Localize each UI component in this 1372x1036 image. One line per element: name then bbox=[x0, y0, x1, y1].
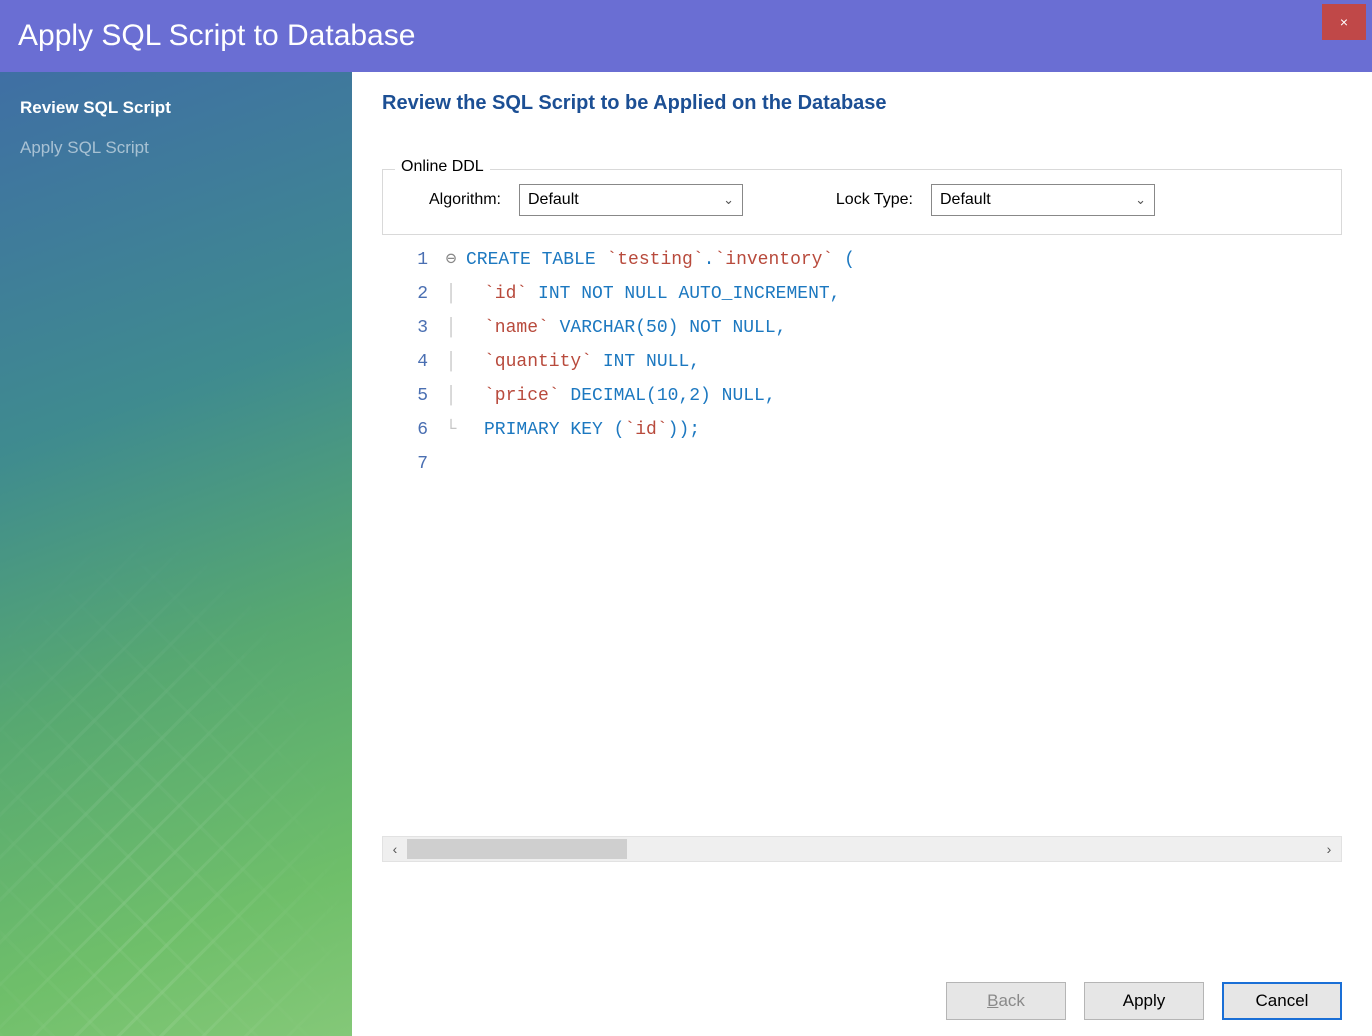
code-line[interactable]: CREATE TABLE `testing`.`inventory` ( bbox=[466, 243, 1342, 277]
scroll-right-icon[interactable]: › bbox=[1317, 841, 1341, 857]
code-line[interactable]: `id` INT NOT NULL AUTO_INCREMENT, bbox=[466, 277, 1342, 311]
locktype-value: Default bbox=[940, 191, 991, 209]
sql-code-area[interactable]: CREATE TABLE `testing`.`inventory` (`id`… bbox=[466, 243, 1342, 481]
fold-marker[interactable]: └ bbox=[442, 413, 466, 447]
back-button-rest: ack bbox=[998, 991, 1024, 1010]
algorithm-select[interactable]: Default ⌄ bbox=[519, 184, 743, 216]
locktype-label: Lock Type: bbox=[803, 191, 913, 209]
titlebar: Apply SQL Script to Database × bbox=[0, 0, 1372, 72]
chevron-down-icon: ⌄ bbox=[723, 192, 734, 208]
fold-gutter: ⊖││││└ bbox=[442, 243, 466, 481]
code-line[interactable]: PRIMARY KEY (`id`)); bbox=[466, 413, 1342, 447]
fold-marker[interactable]: ⊖ bbox=[442, 243, 466, 277]
sidebar-item-label: Apply SQL Script bbox=[20, 138, 149, 157]
sidebar-item-apply-sql[interactable]: Apply SQL Script bbox=[0, 128, 352, 168]
close-icon[interactable]: × bbox=[1322, 4, 1366, 40]
line-number-gutter: 1234567 bbox=[382, 243, 442, 481]
window-title: Apply SQL Script to Database bbox=[18, 19, 415, 53]
code-line[interactable] bbox=[466, 447, 1342, 481]
editor-horizontal-scrollbar[interactable]: ‹ › bbox=[382, 836, 1342, 862]
online-ddl-row: Algorithm: Default ⌄ Lock Type: Default … bbox=[401, 184, 1323, 216]
code-line[interactable]: `name` VARCHAR(50) NOT NULL, bbox=[466, 311, 1342, 345]
scroll-left-icon[interactable]: ‹ bbox=[383, 841, 407, 857]
apply-button[interactable]: Apply bbox=[1084, 982, 1204, 1020]
fold-marker[interactable]: │ bbox=[442, 311, 466, 345]
scroll-thumb[interactable] bbox=[407, 839, 627, 859]
cancel-button[interactable]: Cancel bbox=[1222, 982, 1342, 1020]
line-number: 6 bbox=[382, 413, 428, 447]
line-number: 1 bbox=[382, 243, 428, 277]
sidebar-item-label: Review SQL Script bbox=[20, 98, 171, 117]
fold-marker[interactable]: │ bbox=[442, 345, 466, 379]
fold-marker[interactable]: │ bbox=[442, 277, 466, 311]
fold-marker[interactable]: │ bbox=[442, 379, 466, 413]
body-area: Review SQL Script Apply SQL Script Revie… bbox=[0, 72, 1372, 1036]
sidebar-item-review-sql[interactable]: Review SQL Script bbox=[0, 88, 352, 128]
fold-marker[interactable] bbox=[442, 447, 466, 481]
code-line[interactable]: `price` DECIMAL(10,2) NULL, bbox=[466, 379, 1342, 413]
chevron-down-icon: ⌄ bbox=[1135, 192, 1146, 208]
algorithm-value: Default bbox=[528, 191, 579, 209]
line-number: 4 bbox=[382, 345, 428, 379]
sidebar-decoration bbox=[0, 516, 352, 1036]
fieldset-legend: Online DDL bbox=[395, 158, 490, 176]
line-number: 3 bbox=[382, 311, 428, 345]
line-number: 7 bbox=[382, 447, 428, 481]
dialog-window: Apply SQL Script to Database × Review SQ… bbox=[0, 0, 1372, 1036]
back-button-mnemonic: B bbox=[987, 991, 998, 1010]
page-heading: Review the SQL Script to be Applied on t… bbox=[382, 92, 1342, 115]
main-pane: Review the SQL Script to be Applied on t… bbox=[352, 72, 1372, 1036]
code-line[interactable]: `quantity` INT NULL, bbox=[466, 345, 1342, 379]
locktype-select[interactable]: Default ⌄ bbox=[931, 184, 1155, 216]
line-number: 2 bbox=[382, 277, 428, 311]
line-number: 5 bbox=[382, 379, 428, 413]
sql-editor[interactable]: 1234567 ⊖││││└ CREATE TABLE `testing`.`i… bbox=[382, 243, 1342, 481]
button-bar: Back Apply Cancel bbox=[382, 862, 1342, 1020]
scroll-track[interactable] bbox=[407, 837, 1317, 861]
algorithm-label: Algorithm: bbox=[401, 191, 501, 209]
wizard-steps-sidebar: Review SQL Script Apply SQL Script bbox=[0, 72, 352, 1036]
back-button: Back bbox=[946, 982, 1066, 1020]
online-ddl-fieldset: Online DDL Algorithm: Default ⌄ Lock Typ… bbox=[382, 169, 1342, 235]
